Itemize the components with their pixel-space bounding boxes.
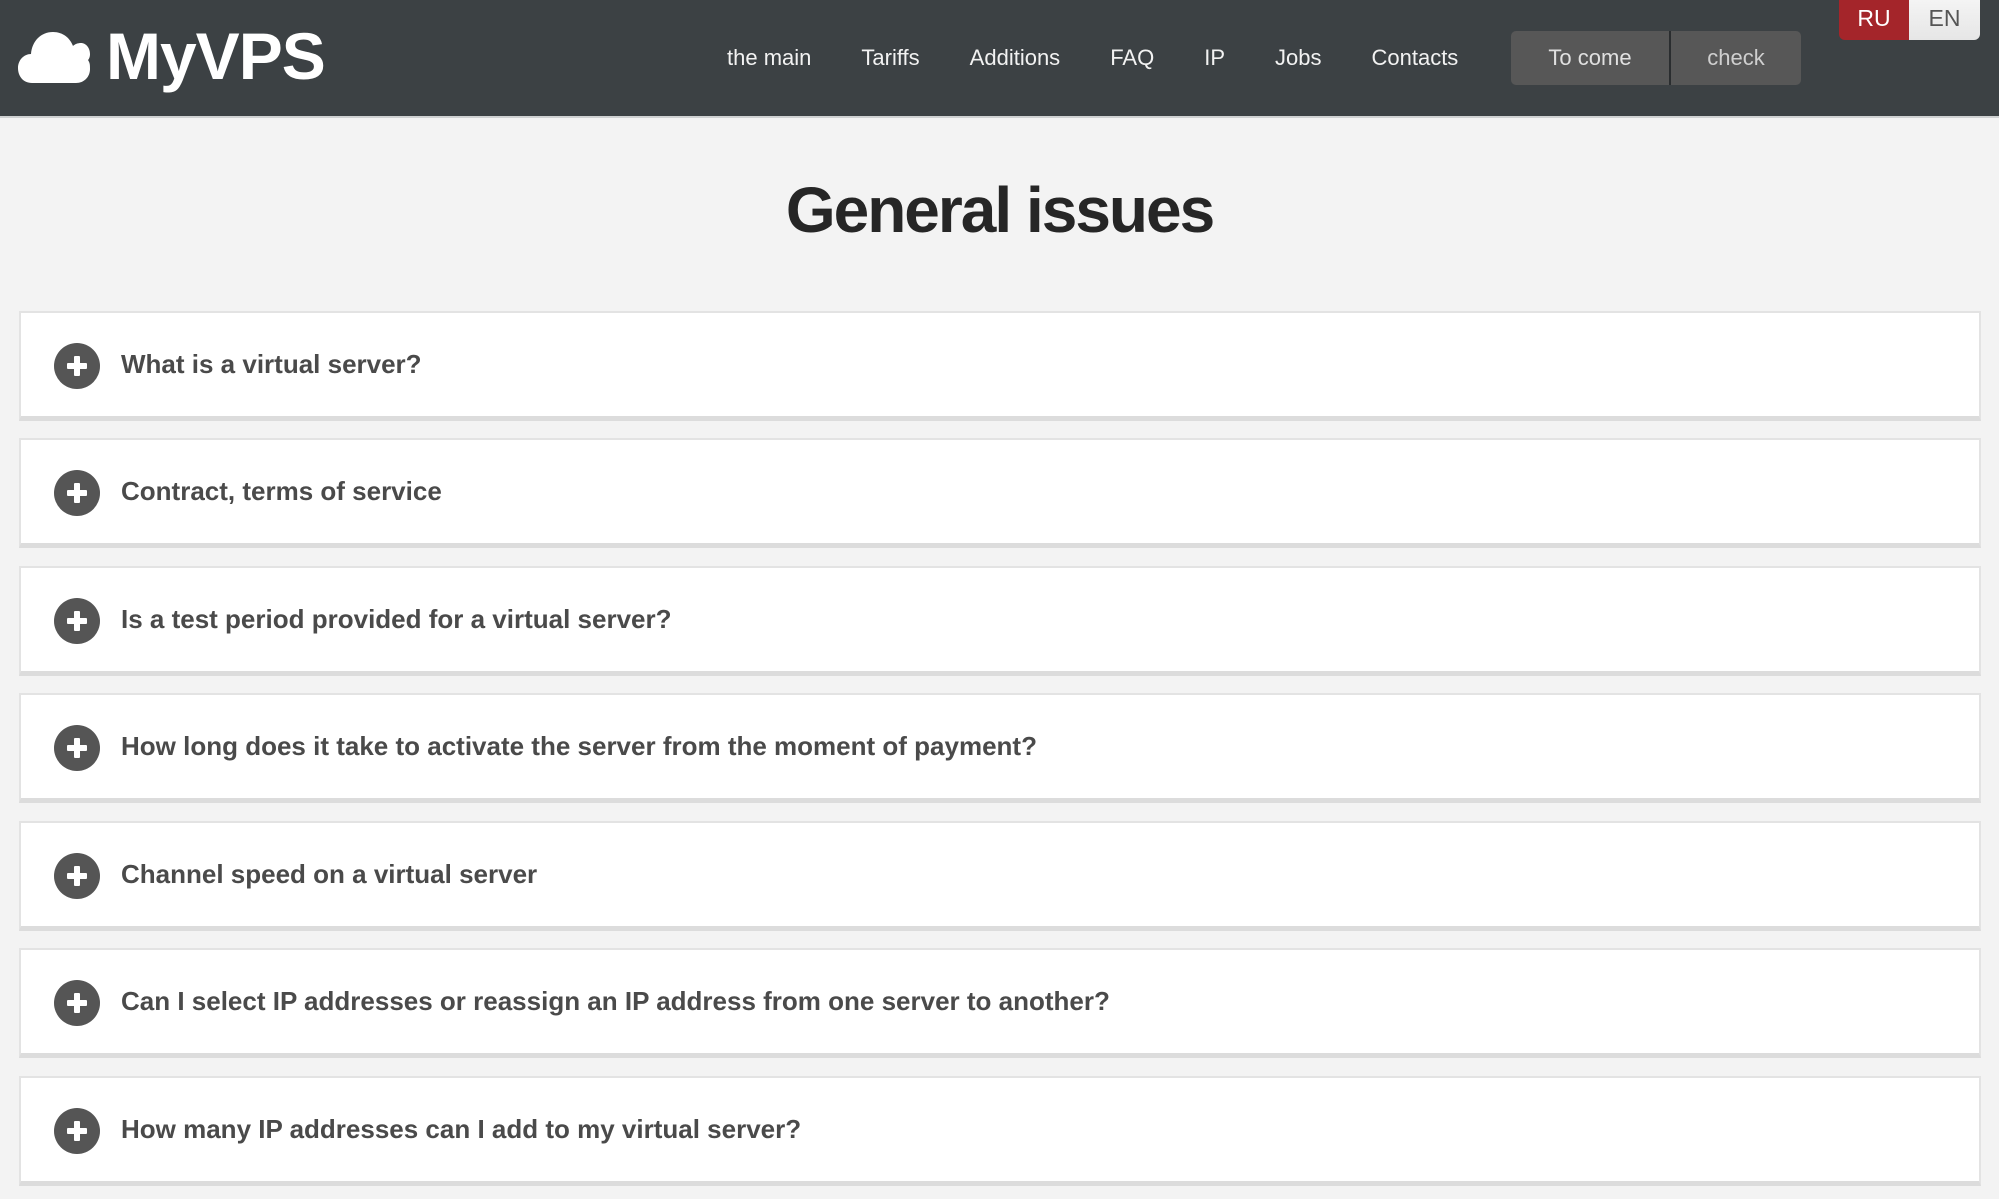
faq-question: Is a test period provided for a virtual … [121,604,672,634]
page-title: General issues [785,174,1215,246]
cloud-icon [18,29,90,83]
plus-circle-icon[interactable] [54,470,100,516]
faq-item[interactable]: How long does it take to activate the se… [19,693,1981,803]
logo-link[interactable]: MyVPS [18,16,326,96]
faq-question: Channel speed on a virtual server [121,859,538,889]
faq-item[interactable]: How many IP addresses can I add to my vi… [19,1076,1981,1186]
nav-item-additions[interactable]: Additions [945,36,1086,80]
faq-item[interactable]: Contract, terms of service [19,438,1981,548]
language-switcher: RU EN [1839,0,1980,40]
site-header: MyVPS the main Tariffs Additions FAQ IP … [0,0,1999,118]
plus-circle-icon[interactable] [54,853,100,899]
language-ru-button[interactable]: RU [1839,0,1909,40]
logo-text: MyVPS [106,19,326,93]
nav-item-faq[interactable]: FAQ [1085,36,1179,80]
main-nav: the main Tariffs Additions FAQ IP Jobs C… [702,36,1483,80]
nav-item-ip[interactable]: IP [1179,36,1250,80]
plus-circle-icon[interactable] [54,980,100,1026]
language-en-button[interactable]: EN [1909,0,1980,40]
faq-question: Contract, terms of service [121,476,442,506]
register-button[interactable]: check in [1669,31,1801,85]
nav-item-main[interactable]: the main [702,36,836,80]
faq-item[interactable]: Is a test period provided for a virtual … [19,566,1981,676]
login-button[interactable]: To come in [1511,31,1669,85]
faq-question: What is a virtual server? [121,349,422,379]
nav-item-jobs[interactable]: Jobs [1250,36,1346,80]
faq-item[interactable]: Can I select IP addresses or reassign an… [19,948,1981,1058]
plus-circle-icon[interactable] [54,343,100,389]
faq-question: Can I select IP addresses or reassign an… [121,986,1110,1016]
faq-question: How many IP addresses can I add to my vi… [121,1114,802,1144]
faq-item[interactable]: Channel speed on a virtual server [19,821,1981,931]
faq-item[interactable]: What is a virtual server? [19,311,1981,421]
plus-circle-icon[interactable] [54,725,100,771]
nav-item-contacts[interactable]: Contacts [1346,36,1483,80]
nav-item-tariffs[interactable]: Tariffs [836,36,944,80]
plus-circle-icon[interactable] [54,1108,100,1154]
plus-circle-icon[interactable] [54,598,100,644]
faq-question: How long does it take to activate the se… [121,731,1037,761]
auth-buttons: To come in check in [1511,31,1801,85]
